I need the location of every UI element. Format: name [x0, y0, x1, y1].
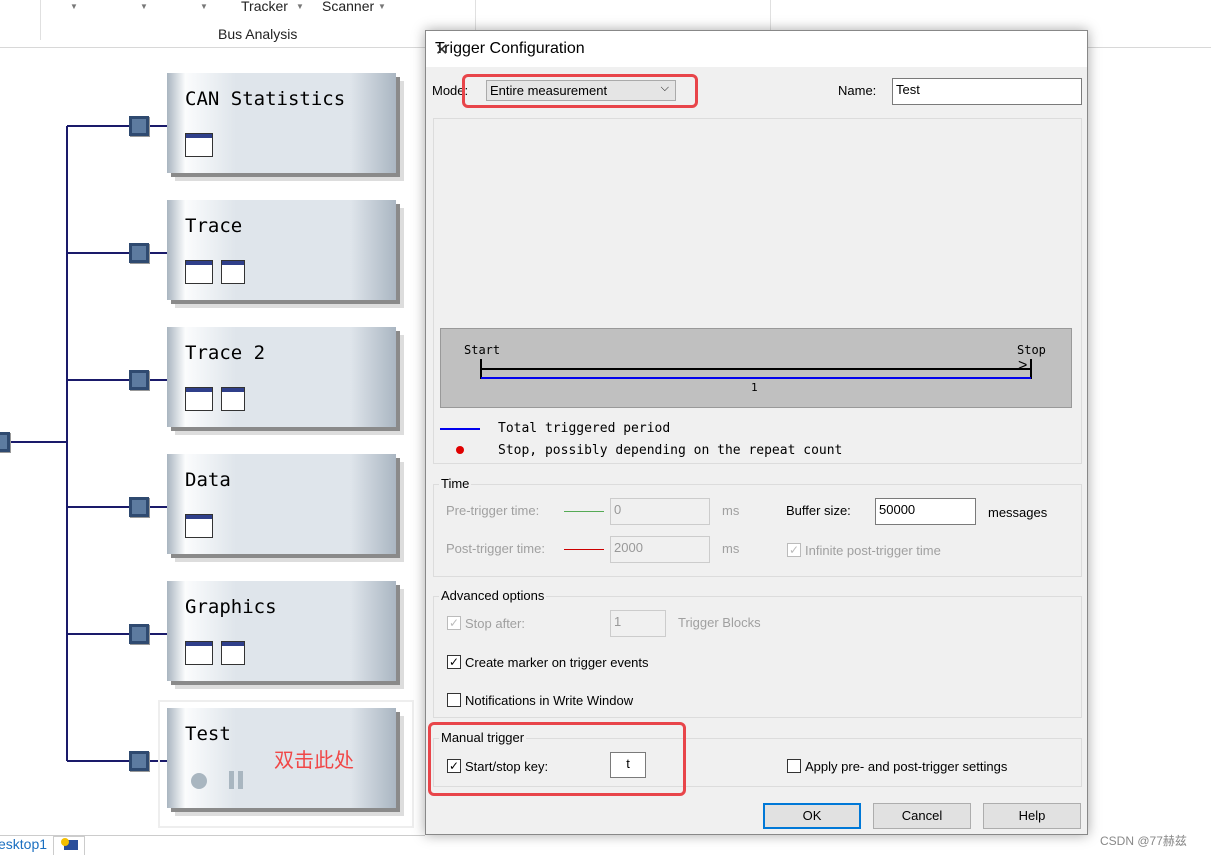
- dropdown-caret-icon[interactable]: ▼: [296, 2, 304, 11]
- notifications-checkbox[interactable]: [447, 693, 461, 707]
- ribbon-scanner[interactable]: Scanner: [322, 0, 374, 14]
- name-input[interactable]: Test: [892, 78, 1082, 105]
- block-can-statistics[interactable]: CAN Statistics: [167, 73, 396, 173]
- statistics-table-icon: [185, 133, 213, 157]
- create-marker-checkbox[interactable]: ✓: [447, 655, 461, 669]
- stop-after-checkbox[interactable]: ✓: [447, 616, 461, 630]
- trigger-configuration-dialog: Trigger Configuration ✕ Mode: Entire mea…: [425, 30, 1088, 835]
- wire-branch: [67, 760, 167, 762]
- create-marker-label: Create marker on trigger events: [465, 655, 649, 670]
- buffer-size-label: Buffer size:: [786, 503, 851, 518]
- wire-branch: [67, 506, 167, 508]
- legend-total-period: Total triggered period: [498, 421, 671, 436]
- start-label: Start: [464, 343, 501, 357]
- time-group-label: Time: [439, 476, 472, 491]
- block-data[interactable]: Data: [167, 454, 396, 554]
- connector-node[interactable]: [129, 243, 149, 263]
- pre-trigger-unit: ms: [722, 503, 740, 518]
- post-trigger-unit: ms: [722, 541, 740, 556]
- legend-stop: Stop, possibly depending on the repeat c…: [498, 443, 843, 458]
- trace-window-icon: [185, 260, 213, 284]
- block-title: Graphics: [185, 596, 277, 618]
- diagram-panel: Start Stop > 1 Total triggered period St…: [433, 118, 1082, 464]
- post-trigger-label: Post-trigger time:: [446, 541, 545, 556]
- block-title: Data: [185, 469, 231, 491]
- apply-pre-post-checkbox[interactable]: [787, 759, 801, 773]
- trigger-diagram: Start Stop > 1: [440, 328, 1072, 408]
- cancel-button[interactable]: Cancel: [873, 803, 971, 829]
- help-button[interactable]: Help: [983, 803, 1081, 829]
- pre-trigger-label: Pre-trigger time:: [446, 503, 540, 518]
- connector-node[interactable]: [129, 116, 149, 136]
- config-icon: [221, 387, 245, 411]
- config-icon: [221, 641, 245, 665]
- advanced-options-label: Advanced options: [439, 588, 547, 603]
- trigger-blocks-label: Trigger Blocks: [678, 615, 761, 630]
- highlight-box: [462, 74, 698, 108]
- block-trace[interactable]: Trace: [167, 200, 396, 300]
- dropdown-caret-icon[interactable]: ▼: [70, 2, 78, 11]
- time-group: [433, 484, 1082, 577]
- stop-label: Stop: [1017, 343, 1046, 357]
- connector-node[interactable]: [129, 497, 149, 517]
- trace-window-icon: [185, 387, 213, 411]
- highlight-box: [428, 722, 686, 796]
- star-icon: [61, 838, 69, 846]
- config-icon: [221, 260, 245, 284]
- dropdown-caret-icon[interactable]: ▼: [140, 2, 148, 11]
- connector-node[interactable]: [0, 432, 10, 452]
- ribbon-tracker[interactable]: Tracker: [241, 0, 288, 14]
- stop-after-label: Stop after:: [465, 616, 525, 631]
- arrowhead-icon: >: [1018, 357, 1028, 374]
- connector-node[interactable]: [129, 370, 149, 390]
- infinite-post-trigger-label: Infinite post-trigger time: [805, 543, 941, 558]
- block-graphics[interactable]: Graphics: [167, 581, 396, 681]
- post-trigger-line: [564, 549, 604, 550]
- apply-pre-post-label: Apply pre- and post-trigger settings: [805, 759, 1008, 774]
- name-label: Name:: [838, 83, 877, 98]
- selection-frame: [158, 700, 414, 828]
- wire-branch: [67, 633, 167, 635]
- legend-red-dot: [456, 446, 464, 454]
- graphics-window-icon: [185, 641, 213, 665]
- watermark: CSDN @77赫兹: [1100, 834, 1187, 848]
- stop-after-input[interactable]: 1: [610, 610, 666, 637]
- data-window-icon: [185, 514, 213, 538]
- buffer-size-unit: messages: [988, 505, 1048, 520]
- segment-label: 1: [751, 381, 758, 394]
- ribbon-group-label: Bus Analysis: [218, 26, 298, 42]
- block-title: CAN Statistics: [185, 88, 346, 110]
- ok-button[interactable]: OK: [763, 803, 861, 829]
- legend-blue-line: [440, 428, 480, 430]
- close-icon[interactable]: ✕: [435, 40, 1073, 60]
- divider: [40, 0, 41, 40]
- connector-node[interactable]: [129, 751, 149, 771]
- connector-node[interactable]: [129, 624, 149, 644]
- notifications-label: Notifications in Write Window: [465, 693, 634, 708]
- buffer-size-input[interactable]: 50000: [875, 498, 976, 525]
- block-title: Trace: [185, 215, 243, 237]
- wire-branch: [67, 252, 167, 254]
- pre-trigger-input[interactable]: 0: [610, 498, 710, 525]
- pre-trigger-line: [564, 511, 604, 512]
- block-title: Trace 2: [185, 342, 266, 364]
- desktop-tab[interactable]: esktop1: [0, 836, 47, 852]
- post-trigger-input[interactable]: 2000: [610, 536, 710, 563]
- wire-vertical: [66, 126, 68, 761]
- wire-input: [0, 441, 67, 443]
- infinite-post-trigger-checkbox[interactable]: ✓: [787, 543, 801, 557]
- dropdown-caret-icon[interactable]: ▼: [200, 2, 208, 11]
- dropdown-caret-icon[interactable]: ▼: [378, 2, 386, 11]
- new-desktop-tab[interactable]: [53, 836, 85, 855]
- triggered-period-line: [481, 377, 1031, 379]
- dialog-titlebar: Trigger Configuration ✕: [426, 31, 1087, 67]
- period-arrow: [481, 368, 1031, 370]
- wire-branch: [67, 125, 167, 127]
- block-trace-2[interactable]: Trace 2: [167, 327, 396, 427]
- wire-branch: [67, 379, 167, 381]
